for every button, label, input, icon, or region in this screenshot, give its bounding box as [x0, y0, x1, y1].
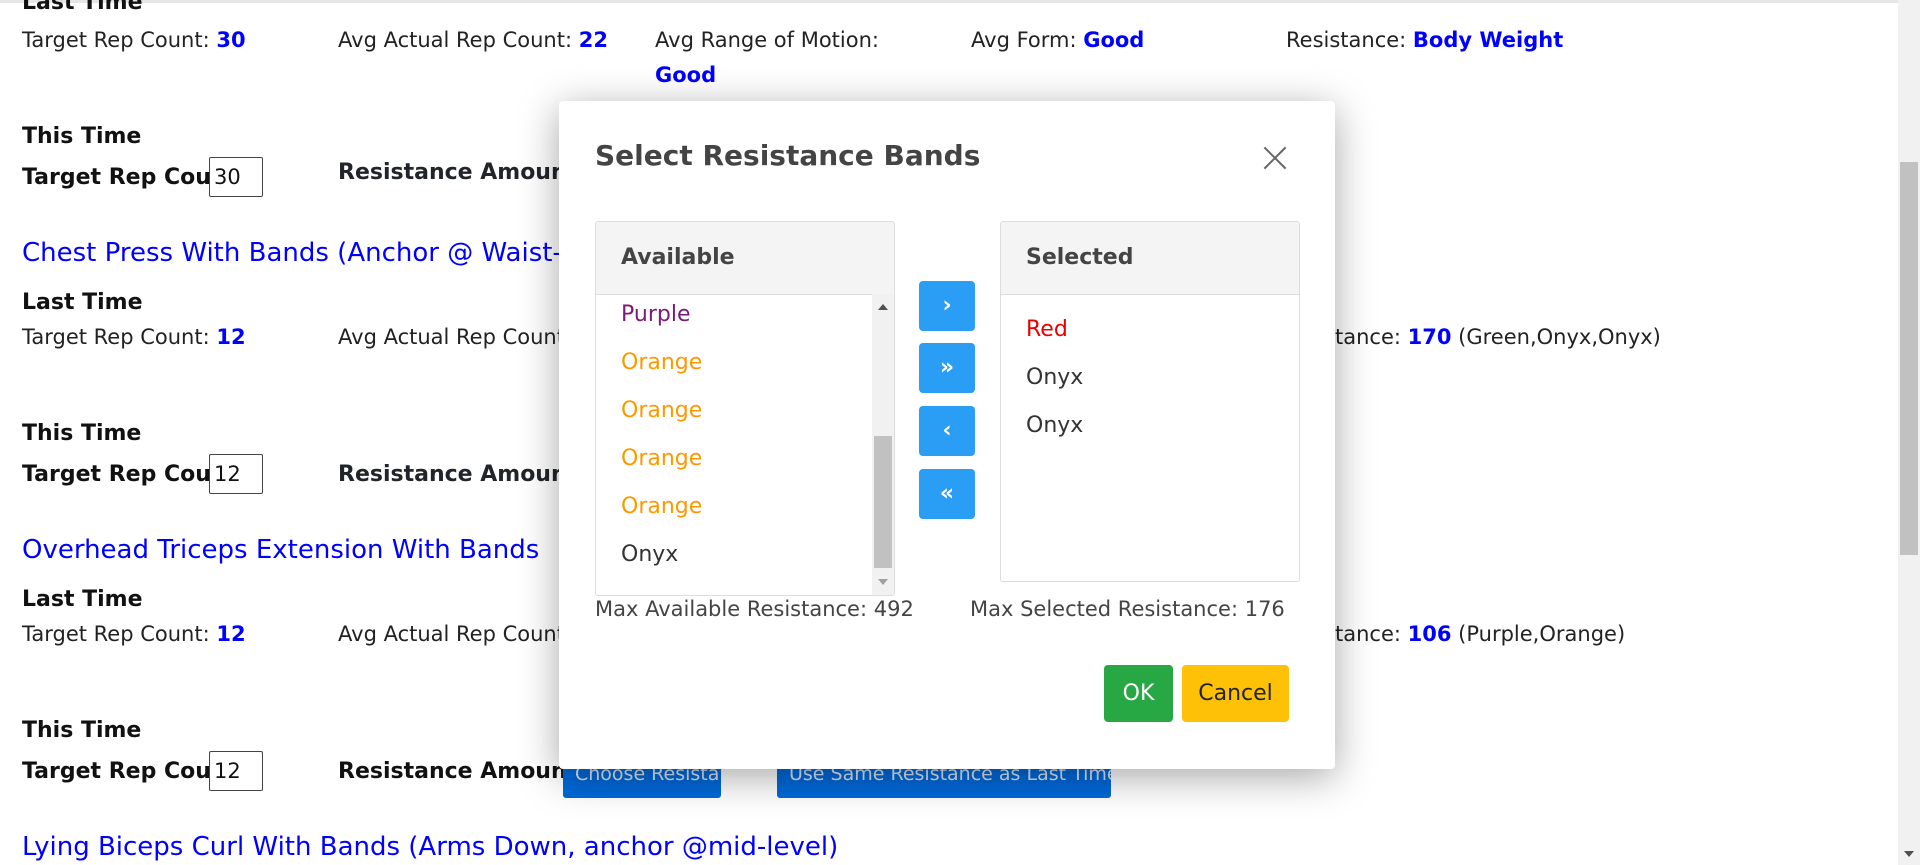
select-resistance-bands-modal: Select Resistance Bands Available Purple… [559, 101, 1335, 769]
available-header: Available [596, 222, 894, 295]
band-list-item[interactable]: Orange [621, 494, 702, 519]
available-list-scrollbar[interactable] [872, 294, 894, 595]
move-left-button[interactable]: ‹ [919, 406, 975, 456]
scrollbar-thumb[interactable] [874, 436, 892, 568]
band-list-item[interactable]: Orange [621, 446, 702, 471]
band-list-item[interactable]: Orange [621, 350, 702, 375]
close-icon[interactable] [1262, 145, 1288, 171]
move-all-left-button[interactable]: « [919, 469, 975, 519]
scroll-up-arrow-icon[interactable] [878, 304, 888, 310]
scroll-down-arrow-icon[interactable] [878, 579, 888, 585]
selected-header: Selected [1001, 222, 1299, 295]
cancel-button[interactable]: Cancel [1182, 665, 1289, 722]
max-selected-resistance: Max Selected Resistance: 176 [970, 597, 1285, 621]
band-list-item[interactable]: Purple [621, 302, 690, 327]
move-all-right-button[interactable]: » [919, 343, 975, 393]
band-list-item[interactable]: Onyx [1026, 365, 1083, 390]
band-list-item[interactable]: Onyx [1026, 413, 1083, 438]
selected-bands-panel: Selected Red Onyx Onyx [1000, 221, 1300, 582]
max-available-resistance: Max Available Resistance: 492 [595, 597, 914, 621]
available-bands-panel: Available Purple Orange Orange Orange Orange… [595, 221, 895, 596]
modal-title: Select Resistance Bands [595, 139, 981, 172]
band-list-item[interactable]: Red [1026, 317, 1068, 342]
move-right-button[interactable]: › [919, 281, 975, 331]
ok-button[interactable]: OK [1104, 665, 1173, 722]
band-list-item[interactable]: Orange [621, 398, 702, 423]
band-list-item[interactable]: Onyx [621, 542, 678, 567]
